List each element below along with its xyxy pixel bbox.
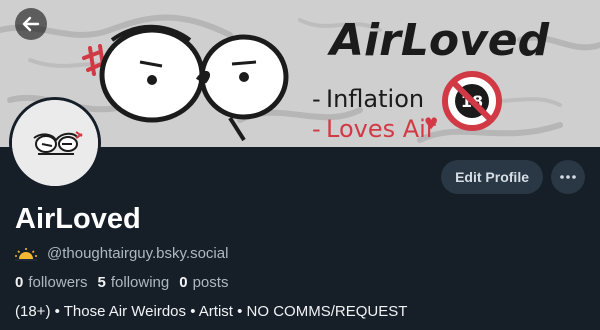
display-name: AirLoved: [15, 203, 141, 235]
followers-label: followers: [28, 274, 88, 291]
svg-text:-: -: [312, 85, 321, 113]
handle-row: @thoughtairguy.bsky.social: [15, 245, 228, 262]
profile-actions: Edit Profile: [441, 160, 585, 194]
profile-bio: (18+) • Those Air Weirdos • Artist • NO …: [15, 303, 408, 320]
following-label: following: [110, 274, 170, 291]
more-horizontal-icon: [560, 175, 576, 179]
svg-text:-: -: [312, 115, 321, 143]
svg-text:Loves Air: Loves Air: [326, 115, 436, 143]
svg-text:AirLoved: AirLoved: [327, 15, 550, 66]
following-link[interactable]: 5 following: [98, 274, 170, 291]
following-count: 5: [97, 274, 106, 291]
back-button[interactable]: [15, 8, 47, 40]
arrow-left-icon: [22, 16, 40, 32]
posts-count: 0: [179, 274, 188, 291]
followers-link[interactable]: 0 followers: [15, 274, 88, 291]
handle[interactable]: @thoughtairguy.bsky.social: [47, 245, 228, 262]
avatar[interactable]: [9, 97, 101, 189]
posts-stat: 0 posts: [179, 274, 228, 291]
svg-text:Inflation: Inflation: [326, 85, 424, 113]
posts-label: posts: [192, 274, 229, 291]
profile-stats: 0 followers 5 following 0 posts: [15, 274, 228, 291]
edit-profile-button[interactable]: Edit Profile: [441, 160, 543, 194]
avatar-image: [12, 100, 98, 186]
age-18-badge-icon: 18: [442, 71, 502, 131]
followers-count: 0: [15, 274, 24, 291]
svg-text:♥: ♥: [424, 114, 438, 133]
more-options-button[interactable]: [551, 160, 585, 194]
sunrise-icon: [15, 247, 37, 261]
